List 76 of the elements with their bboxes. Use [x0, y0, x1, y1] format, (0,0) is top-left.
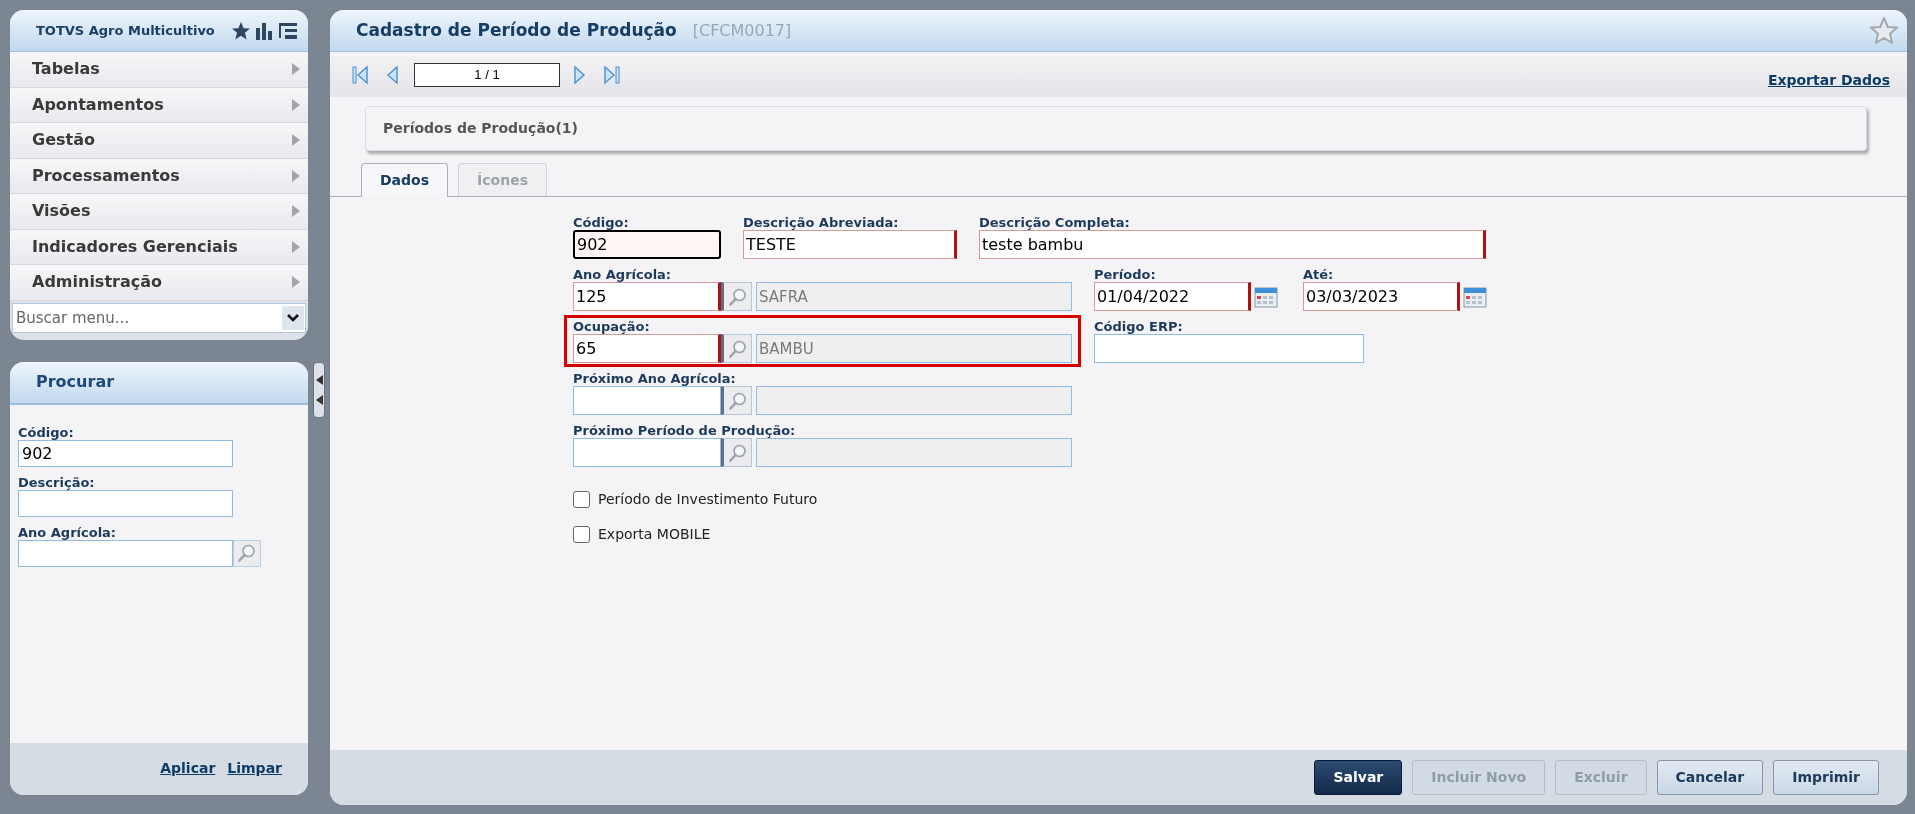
lookup-button[interactable]	[721, 334, 752, 363]
checkbox-label: Período de Investimento Futuro	[598, 490, 818, 509]
submenu-arrow-icon	[292, 205, 300, 218]
star-icon[interactable]	[231, 20, 251, 41]
search-icon	[727, 442, 748, 463]
text-field[interactable]: teste bambu	[979, 230, 1486, 259]
field-label: Ano Agrícola:	[573, 267, 673, 282]
checkbox[interactable]	[573, 526, 590, 543]
code-field[interactable]	[573, 438, 721, 467]
bar-chart-icon[interactable]	[255, 21, 273, 40]
action-button[interactable]: Cancelar	[1656, 760, 1764, 795]
panel-title: Procurar	[36, 371, 115, 393]
checkbox-label: Exporta MOBILE	[598, 525, 711, 544]
menu-item[interactable]: Gestão	[10, 123, 308, 159]
lookup-button[interactable]	[233, 539, 261, 567]
action-button[interactable]: Salvar	[1314, 760, 1403, 795]
calendar-icon	[1254, 285, 1278, 308]
lookup-button[interactable]	[721, 386, 752, 415]
link[interactable]: Aplicar	[160, 758, 216, 779]
code-field[interactable]	[573, 386, 721, 415]
calendar-icon	[1463, 285, 1487, 308]
field-label: Período:	[1094, 267, 1157, 282]
page-title: Cadastro de Período de Produção	[356, 18, 677, 42]
input-field[interactable]	[18, 489, 233, 517]
field-label: Descrição Completa:	[979, 215, 1131, 230]
export-link[interactable]: Exportar Dados	[1767, 70, 1890, 91]
action-button[interactable]: Imprimir	[1773, 760, 1879, 795]
menu-item[interactable]: Administração	[10, 265, 308, 301]
text-field[interactable]: TESTE	[743, 230, 957, 259]
menu-item[interactable]: Processamentos	[10, 158, 308, 194]
field-label: Código:	[18, 424, 75, 440]
lookup-button[interactable]	[721, 282, 752, 311]
menu-item[interactable]: Apontamentos	[10, 87, 308, 123]
date-field[interactable]: 01/04/2022	[1094, 282, 1251, 311]
description-field: BAMBU	[756, 334, 1072, 363]
summary-card: Períodos de Produção(1)	[365, 106, 1867, 151]
field-label: Próximo Período de Produção:	[573, 423, 797, 438]
app-title: TOTVS Agro Multicultivo	[36, 21, 216, 40]
field-label: Código ERP:	[1094, 319, 1184, 334]
screen-code: [CFCM0017]	[692, 19, 792, 42]
submenu-arrow-icon	[292, 276, 300, 289]
star-icon[interactable]	[1869, 15, 1899, 46]
tab[interactable]: Dados	[361, 163, 449, 197]
menu-item[interactable]: Visões	[10, 194, 308, 230]
field-label: Até:	[1303, 267, 1335, 282]
search-icon	[727, 390, 748, 411]
description-field: SAFRA	[756, 282, 1072, 311]
text-field[interactable]	[1094, 334, 1364, 363]
submenu-arrow-icon	[292, 63, 300, 76]
field-label: Ano Agrícola:	[18, 524, 118, 540]
search-icon	[727, 338, 748, 359]
submenu-arrow-icon	[292, 134, 300, 147]
field-label: Ocupação:	[573, 319, 651, 334]
menu-item[interactable]: Indicadores Gerenciais	[10, 229, 308, 265]
checkbox[interactable]	[573, 491, 590, 508]
link[interactable]: Limpar	[227, 758, 282, 779]
date-field[interactable]: 03/03/2023	[1303, 282, 1460, 311]
field-label: Código:	[573, 215, 630, 230]
text-field[interactable]: 902	[573, 230, 721, 259]
list-tree-icon[interactable]	[278, 21, 298, 40]
submenu-arrow-icon	[292, 169, 300, 182]
field-label: Descrição:	[18, 474, 96, 490]
search-icon	[237, 543, 257, 563]
code-field[interactable]: 125	[573, 282, 721, 311]
code-field[interactable]: 65	[573, 334, 721, 363]
field-label: Próximo Ano Agrícola:	[573, 371, 737, 386]
page-field[interactable]: 1 / 1	[414, 62, 560, 87]
search-icon	[727, 286, 748, 307]
input-field[interactable]	[18, 539, 233, 567]
submenu-arrow-icon	[292, 98, 300, 111]
collapse-handle[interactable]	[313, 362, 325, 418]
menu-item[interactable]: Tabelas	[10, 52, 308, 88]
input-field[interactable]: 902	[18, 439, 233, 467]
field-label: Descrição Abreviada:	[743, 215, 900, 230]
lookup-button[interactable]	[721, 438, 752, 467]
submenu-arrow-icon	[292, 240, 300, 253]
